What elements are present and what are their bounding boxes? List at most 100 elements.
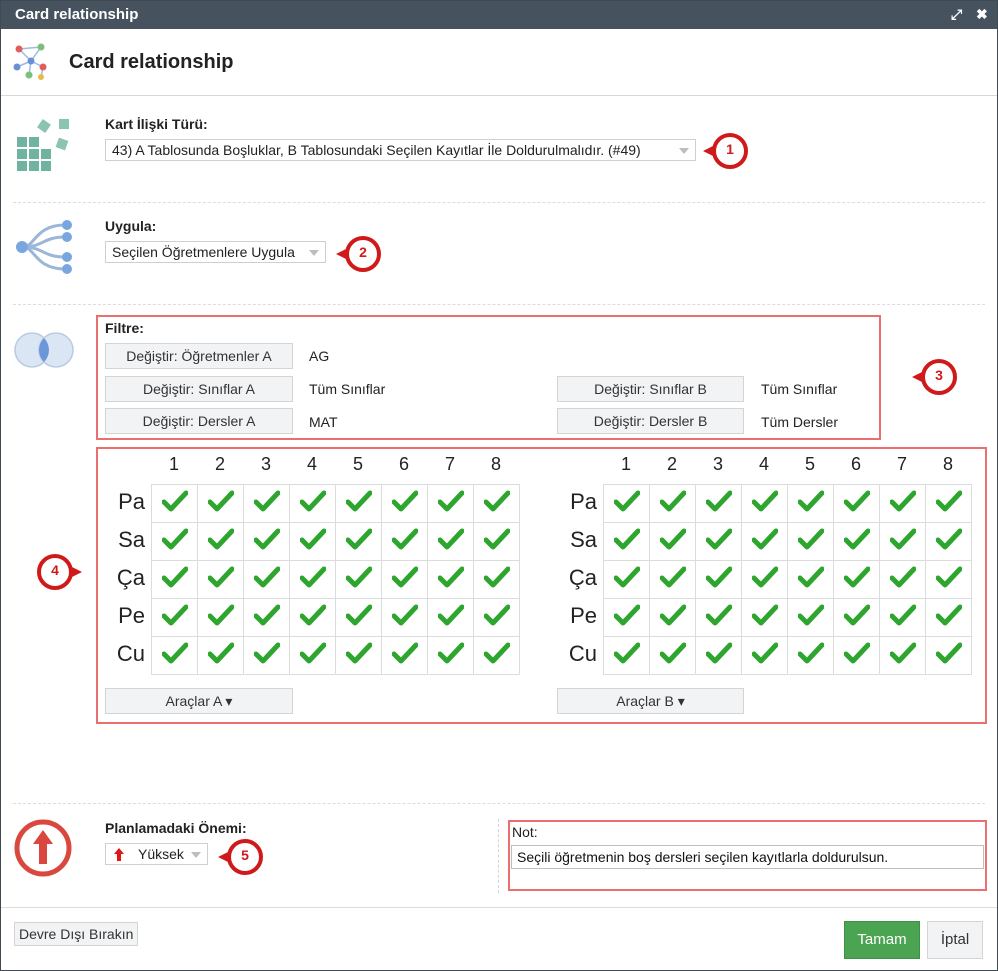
timetable-cell[interactable]: [695, 522, 742, 561]
timetable-cell[interactable]: [925, 560, 972, 599]
timetable-cell[interactable]: [197, 522, 244, 561]
timetable-cell[interactable]: [427, 636, 474, 675]
timetable-cell[interactable]: [473, 484, 520, 523]
timetable-cell[interactable]: [289, 636, 336, 675]
close-icon[interactable]: ✖: [976, 6, 988, 23]
maximize-icon[interactable]: ⤢: [951, 6, 962, 23]
timetable-cell[interactable]: [243, 636, 290, 675]
timetable-cell[interactable]: [603, 484, 650, 523]
period-header[interactable]: 1: [151, 454, 197, 475]
timetable-cell[interactable]: [925, 484, 972, 523]
period-header[interactable]: 5: [787, 454, 833, 475]
timetable-cell[interactable]: [833, 598, 880, 637]
day-header[interactable]: Sa: [105, 527, 145, 553]
change-teachers-a-button[interactable]: Değiştir: Öğretmenler A: [105, 343, 293, 369]
timetable-cell[interactable]: [603, 560, 650, 599]
timetable-cell[interactable]: [879, 598, 926, 637]
day-header[interactable]: Pa: [105, 489, 145, 515]
day-header[interactable]: Pe: [557, 603, 597, 629]
day-header[interactable]: Cu: [105, 641, 145, 667]
change-classes-a-button[interactable]: Değiştir: Sınıflar A: [105, 376, 293, 402]
note-input[interactable]: Seçili öğretmenin boş dersleri seçilen k…: [511, 845, 984, 869]
timetable-cell[interactable]: [427, 522, 474, 561]
period-header[interactable]: 6: [381, 454, 427, 475]
window-titlebar[interactable]: Card relationship ⤢ ✖: [1, 1, 997, 29]
day-header[interactable]: Pe: [105, 603, 145, 629]
timetable-cell[interactable]: [151, 522, 198, 561]
timetable-cell[interactable]: [695, 560, 742, 599]
relation-type-select[interactable]: 43) A Tablosunda Boşluklar, B Tablosunda…: [105, 139, 696, 161]
timetable-cell[interactable]: [833, 560, 880, 599]
period-header[interactable]: 4: [741, 454, 787, 475]
timetable-cell[interactable]: [741, 522, 788, 561]
timetable-cell[interactable]: [695, 598, 742, 637]
day-header[interactable]: Ça: [105, 565, 145, 591]
timetable-cell[interactable]: [289, 598, 336, 637]
period-header[interactable]: 4: [289, 454, 335, 475]
timetable-cell[interactable]: [603, 636, 650, 675]
timetable-cell[interactable]: [879, 560, 926, 599]
timetable-cell[interactable]: [649, 522, 696, 561]
day-header[interactable]: Sa: [557, 527, 597, 553]
timetable-cell[interactable]: [197, 598, 244, 637]
timetable-cell[interactable]: [741, 598, 788, 637]
timetable-cell[interactable]: [925, 636, 972, 675]
timetable-cell[interactable]: [427, 598, 474, 637]
change-lessons-b-button[interactable]: Değiştir: Dersler B: [557, 408, 744, 434]
timetable-cell[interactable]: [335, 636, 382, 675]
timetable-cell[interactable]: [151, 560, 198, 599]
period-header[interactable]: 3: [695, 454, 741, 475]
timetable-cell[interactable]: [197, 636, 244, 675]
timetable-cell[interactable]: [695, 484, 742, 523]
period-header[interactable]: 1: [603, 454, 649, 475]
apply-select[interactable]: Seçilen Öğretmenlere Uygula: [105, 241, 326, 263]
timetable-cell[interactable]: [243, 598, 290, 637]
timetable-cell[interactable]: [427, 560, 474, 599]
timetable-cell[interactable]: [473, 598, 520, 637]
period-header[interactable]: 7: [427, 454, 473, 475]
timetable-cell[interactable]: [335, 560, 382, 599]
day-header[interactable]: Cu: [557, 641, 597, 667]
timetable-cell[interactable]: [787, 560, 834, 599]
timetable-cell[interactable]: [289, 560, 336, 599]
period-header[interactable]: 2: [197, 454, 243, 475]
timetable-cell[interactable]: [427, 484, 474, 523]
period-header[interactable]: 8: [925, 454, 971, 475]
timetable-cell[interactable]: [243, 484, 290, 523]
timetable-cell[interactable]: [603, 522, 650, 561]
timetable-cell[interactable]: [473, 636, 520, 675]
timetable-cell[interactable]: [151, 636, 198, 675]
ok-button[interactable]: Tamam: [844, 921, 920, 959]
timetable-cell[interactable]: [473, 560, 520, 599]
timetable-cell[interactable]: [289, 484, 336, 523]
timetable-cell[interactable]: [649, 560, 696, 599]
timetable-cell[interactable]: [381, 522, 428, 561]
period-header[interactable]: 5: [335, 454, 381, 475]
timetable-cell[interactable]: [833, 636, 880, 675]
period-header[interactable]: 7: [879, 454, 925, 475]
period-header[interactable]: 8: [473, 454, 519, 475]
timetable-cell[interactable]: [197, 560, 244, 599]
timetable-cell[interactable]: [879, 636, 926, 675]
importance-select[interactable]: Yüksek: [105, 843, 208, 865]
timetable-cell[interactable]: [243, 522, 290, 561]
timetable-cell[interactable]: [381, 636, 428, 675]
change-lessons-a-button[interactable]: Değiştir: Dersler A: [105, 408, 293, 434]
timetable-cell[interactable]: [787, 484, 834, 523]
timetable-cell[interactable]: [695, 636, 742, 675]
tools-a-button[interactable]: Araçlar A ▾: [105, 688, 293, 714]
timetable-cell[interactable]: [741, 560, 788, 599]
timetable-cell[interactable]: [879, 522, 926, 561]
timetable-cell[interactable]: [879, 484, 926, 523]
timetable-cell[interactable]: [833, 522, 880, 561]
timetable-cell[interactable]: [649, 636, 696, 675]
timetable-cell[interactable]: [925, 598, 972, 637]
timetable-cell[interactable]: [649, 598, 696, 637]
timetable-cell[interactable]: [151, 484, 198, 523]
timetable-cell[interactable]: [243, 560, 290, 599]
timetable-cell[interactable]: [603, 598, 650, 637]
timetable-cell[interactable]: [335, 598, 382, 637]
period-header[interactable]: 3: [243, 454, 289, 475]
timetable-cell[interactable]: [741, 636, 788, 675]
cancel-button[interactable]: İptal: [927, 921, 983, 959]
